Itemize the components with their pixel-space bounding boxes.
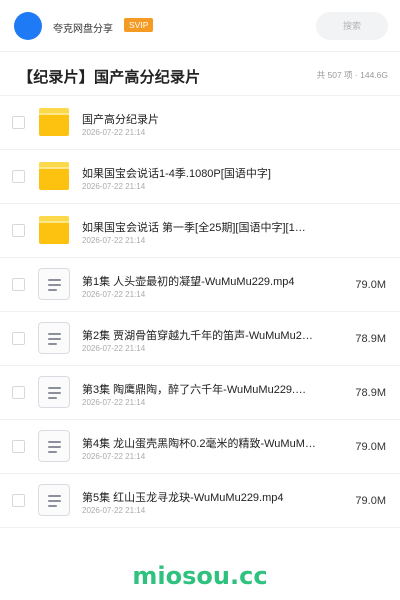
avatar[interactable] — [14, 12, 42, 40]
file-name[interactable]: 第3集 陶鹰鼎陶，醉了六千年-WuMuMu229.… — [82, 381, 318, 397]
search-input[interactable]: 搜索 — [316, 12, 388, 40]
file-name[interactable]: 如果国宝会说话 第一季[全25期][国语中字][1… — [82, 219, 318, 235]
title-row: 【纪录片】国产高分纪录片 共 507 项 · 144.6G — [0, 52, 400, 96]
file-name[interactable]: 第5集 红山玉龙寻龙玦-WuMuMu229.mp4 — [82, 489, 318, 505]
file-row[interactable]: 第2集 贾湖骨笛穿越九千年的笛声-WuMuMu22… 2026-07-22 21… — [0, 312, 400, 366]
file-date: 2026-07-22 21:14 — [82, 236, 146, 245]
document-icon — [38, 322, 70, 354]
file-row[interactable]: 如果国宝会说话 第一季[全25期][国语中字][1… 2026-07-22 21… — [0, 204, 400, 258]
row-checkbox[interactable] — [12, 116, 25, 129]
row-checkbox[interactable] — [12, 494, 25, 507]
folder-icon — [38, 160, 70, 192]
document-icon — [38, 430, 70, 462]
row-checkbox[interactable] — [12, 440, 25, 453]
document-icon — [38, 484, 70, 516]
file-name[interactable]: 国产高分纪录片 — [82, 111, 318, 127]
file-date: 2026-07-22 21:14 — [82, 398, 146, 407]
top-bar: 夸克网盘分享 SVIP 搜索 — [0, 0, 400, 52]
file-date: 2026-07-22 21:14 — [82, 290, 146, 299]
file-date: 2026-07-22 21:14 — [82, 182, 146, 191]
file-date: 2026-07-22 21:14 — [82, 506, 146, 515]
file-row[interactable]: 如果国宝会说话1-4季.1080P[国语中字] 2026-07-22 21:14 — [0, 150, 400, 204]
file-name[interactable]: 第4集 龙山蛋壳黑陶杯0.2毫米的精致-WuMuM… — [82, 435, 318, 451]
row-checkbox[interactable] — [12, 332, 25, 345]
file-row[interactable]: 第5集 红山玉龙寻龙玦-WuMuMu229.mp4 2026-07-22 21:… — [0, 474, 400, 528]
share-owner-name: 夸克网盘分享 — [53, 24, 113, 35]
file-row[interactable]: 第4集 龙山蛋壳黑陶杯0.2毫米的精致-WuMuM… 2026-07-22 21… — [0, 420, 400, 474]
file-date: 2026-07-22 21:14 — [82, 128, 146, 137]
file-size: 79.0M — [355, 279, 386, 291]
file-date: 2026-07-22 21:14 — [82, 344, 146, 353]
file-name[interactable]: 如果国宝会说话1-4季.1080P[国语中字] — [82, 165, 318, 181]
svip-badge: SVIP — [124, 18, 154, 32]
file-row[interactable]: 第3集 陶鹰鼎陶，醉了六千年-WuMuMu229.… 2026-07-22 21… — [0, 366, 400, 420]
file-size: 79.0M — [355, 441, 386, 453]
document-icon — [38, 268, 70, 300]
watermark: miosou.cc — [132, 562, 268, 590]
item-count-summary: 共 507 项 · 144.6G — [316, 70, 388, 80]
row-checkbox[interactable] — [12, 224, 25, 237]
file-size: 79.0M — [355, 495, 386, 507]
page-title: 【纪录片】国产高分纪录片 — [18, 69, 201, 86]
file-name[interactable]: 第1集 人头壶最初的凝望-WuMuMu229.mp4 — [82, 273, 318, 289]
folder-icon — [38, 106, 70, 138]
document-icon — [38, 376, 70, 408]
file-row[interactable]: 国产高分纪录片 2026-07-22 21:14 — [0, 96, 400, 150]
file-size: 78.9M — [355, 333, 386, 345]
row-checkbox[interactable] — [12, 278, 25, 291]
folder-icon — [38, 214, 70, 246]
file-size: 78.9M — [355, 387, 386, 399]
row-checkbox[interactable] — [12, 170, 25, 183]
row-checkbox[interactable] — [12, 386, 25, 399]
file-row[interactable]: 第1集 人头壶最初的凝望-WuMuMu229.mp4 2026-07-22 21… — [0, 258, 400, 312]
file-name[interactable]: 第2集 贾湖骨笛穿越九千年的笛声-WuMuMu22… — [82, 327, 318, 343]
file-date: 2026-07-22 21:14 — [82, 452, 146, 461]
file-list: 国产高分纪录片 2026-07-22 21:14 如果国宝会说话1-4季.108… — [0, 96, 400, 528]
